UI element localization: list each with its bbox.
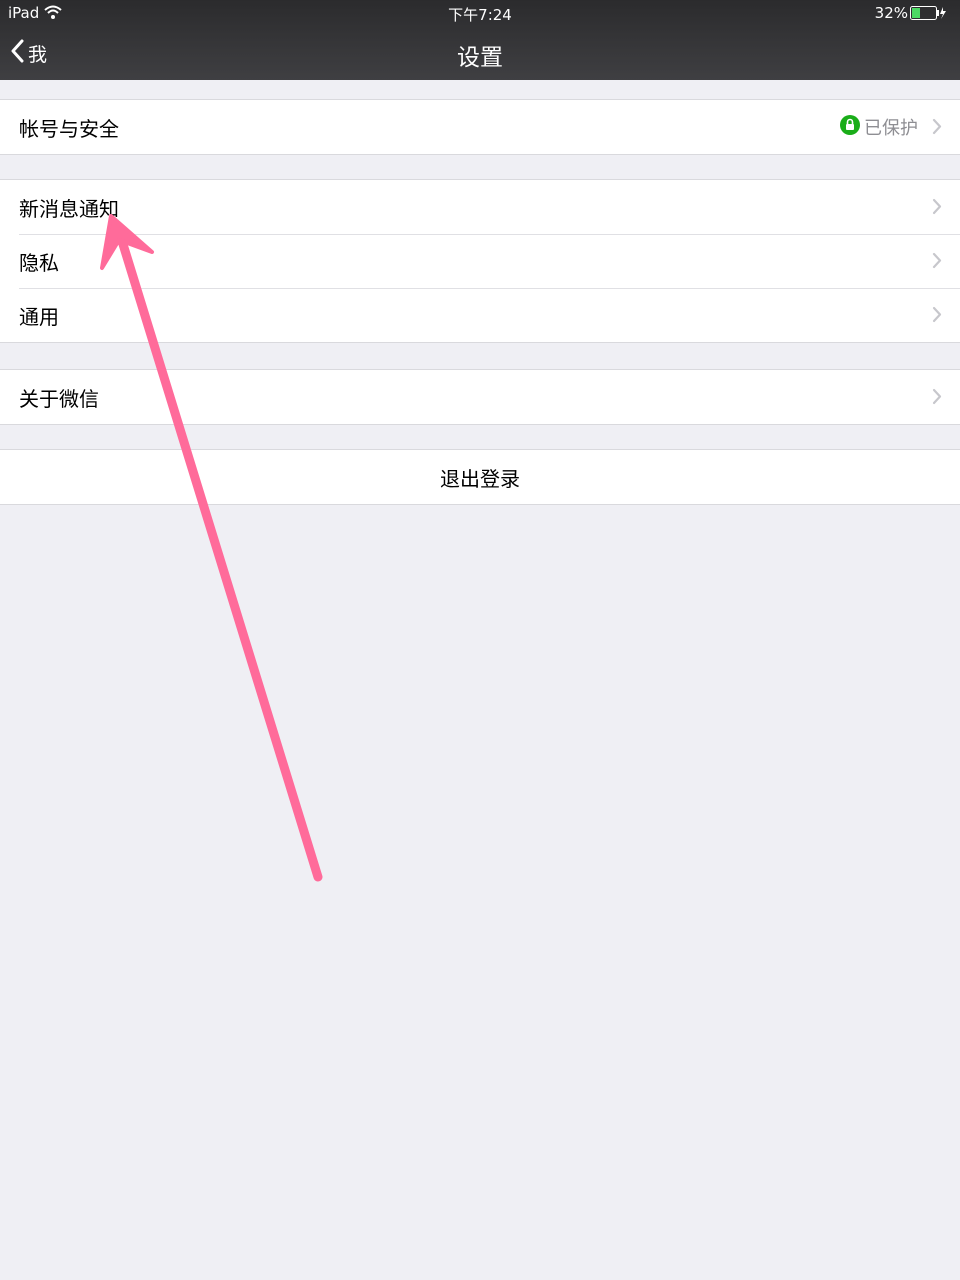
general-cell[interactable]: 通用 [0,288,960,342]
chevron-right-icon [932,198,942,219]
about-wechat-cell[interactable]: 关于微信 [0,370,960,424]
navigation-bar: 我 设置 [0,26,960,80]
about-wechat-label: 关于微信 [19,386,99,411]
chevron-right-icon [932,306,942,327]
top-bar: iPad 下午7:24 32% 我 设置 [0,0,960,80]
logout-group: 退出登录 [0,449,960,505]
chevron-right-icon [932,252,942,273]
logout-label: 退出登录 [440,466,520,491]
protection-status: 已保护 [840,114,918,140]
account-security-cell[interactable]: 帐号与安全 已保护 [0,100,960,154]
account-security-label: 帐号与安全 [19,116,119,141]
settings-group: 新消息通知 隐私 通用 [0,179,960,343]
battery-icon [910,6,946,24]
privacy-label: 隐私 [19,250,59,275]
green-lock-icon [840,114,860,140]
chevron-right-icon [932,388,942,409]
privacy-cell[interactable]: 隐私 [0,234,960,288]
battery-percentage: 32% [874,4,908,22]
protection-status-text: 已保护 [864,118,918,139]
status-bar: iPad 下午7:24 32% [0,0,960,26]
account-group: 帐号与安全 已保护 [0,99,960,155]
page-title: 设置 [457,45,503,71]
logout-button[interactable]: 退出登录 [0,450,960,504]
general-label: 通用 [19,304,59,329]
new-message-notification-label: 新消息通知 [19,196,119,221]
about-group: 关于微信 [0,369,960,425]
new-message-notification-cell[interactable]: 新消息通知 [0,180,960,234]
chevron-right-icon [932,118,942,139]
status-time: 下午7:24 [448,6,512,24]
